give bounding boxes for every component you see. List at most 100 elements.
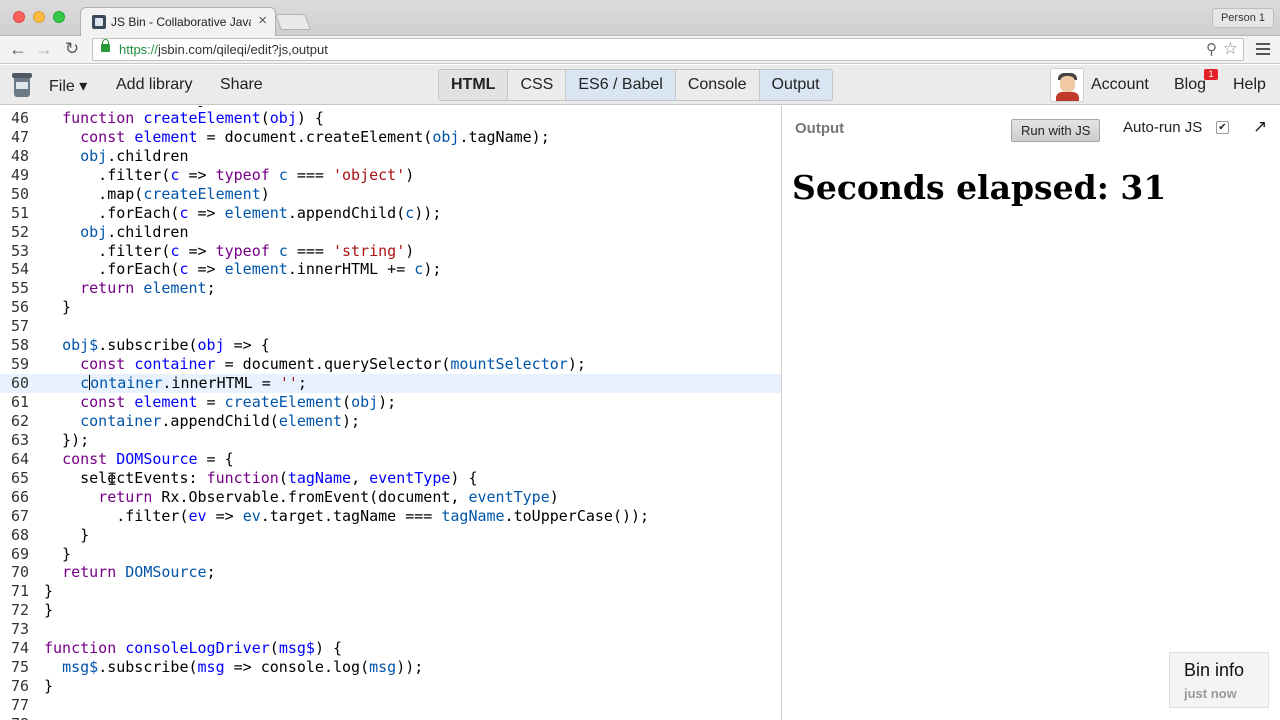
- bin-info-panel[interactable]: Bin info just now: [1169, 652, 1269, 708]
- jsbin-logo-icon[interactable]: [12, 73, 32, 98]
- code-line[interactable]: 67 .filter(ev => ev.target.tagName === t…: [0, 506, 781, 526]
- back-arrow-icon[interactable]: ←: [8, 38, 28, 60]
- code-line[interactable]: 59 const container = document.querySelec…: [0, 355, 781, 374]
- code-token: ev: [242, 506, 261, 525]
- code-line[interactable]: 61 const element = createElement(obj);: [0, 393, 781, 412]
- autorun-js-checkbox[interactable]: ✔: [1216, 121, 1229, 134]
- code-token: obj: [197, 336, 225, 355]
- code-token: element: [134, 393, 198, 411]
- code-token: obj: [269, 108, 297, 127]
- star-icon[interactable]: ☆: [1223, 39, 1238, 59]
- code-line[interactable]: 60 container.innerHTML = '';: [0, 374, 781, 393]
- code-line[interactable]: 72}: [0, 601, 781, 620]
- code-line[interactable]: 64 const DOMSource = {: [0, 450, 781, 469]
- code-token: return: [80, 279, 135, 298]
- browser-tab[interactable]: JS Bin - Collaborative JavaScript Debugg…: [80, 7, 276, 36]
- code-token: );: [423, 260, 442, 279]
- tab-css[interactable]: CSS: [508, 70, 567, 100]
- popout-icon[interactable]: ↗: [1253, 117, 1267, 137]
- code-line[interactable]: 69 }: [0, 545, 781, 564]
- code-line[interactable]: 75 msg$.subscribe(msg => console.log(msg…: [0, 658, 781, 677]
- output-content: Seconds elapsed: 31: [792, 168, 1167, 207]
- code-line[interactable]: 70 return DOMSource;: [0, 563, 781, 582]
- code-line[interactable]: 53 .filter(c => typeof c === 'string'): [0, 241, 781, 261]
- forward-arrow-icon[interactable]: →: [34, 38, 54, 60]
- code-token: .subscribe(: [98, 658, 198, 677]
- code-line[interactable]: 51 .forEach(c => element.appendChild(c))…: [0, 204, 781, 223]
- tab-html[interactable]: HTML: [439, 70, 509, 100]
- code-line[interactable]: 54 .forEach(c => element.innerHTML += c)…: [0, 260, 781, 279]
- line-number: 63: [11, 430, 30, 449]
- reload-icon[interactable]: ↻: [62, 38, 82, 60]
- code-line[interactable]: 47 const element = document.createElemen…: [0, 127, 781, 147]
- code-line[interactable]: 78: [0, 715, 781, 720]
- account-menu[interactable]: Account: [1091, 76, 1149, 94]
- code-line[interactable]: 52 obj.children: [0, 222, 781, 242]
- code-token: c: [414, 260, 424, 279]
- address-bar[interactable]: https://jsbin.com/qileqi/edit?js,output …: [92, 38, 1244, 61]
- blog-link[interactable]: Blog: [1174, 76, 1206, 94]
- code-token: =>: [179, 165, 216, 184]
- help-menu[interactable]: Help: [1233, 76, 1266, 94]
- chrome-menu-icon[interactable]: [1256, 43, 1270, 58]
- code-line[interactable]: 62 container.appendChild(element);: [0, 411, 781, 431]
- code-token: 'object': [333, 165, 406, 184]
- code-token: (: [269, 639, 279, 658]
- code-token: const: [80, 127, 126, 146]
- code-line[interactable]: 76}: [0, 677, 781, 696]
- code-line[interactable]: 65 selectEvents: function(tagName, event…: [0, 468, 781, 488]
- code-line[interactable]: 48 obj.children: [0, 146, 781, 166]
- close-window-button[interactable]: [13, 11, 25, 23]
- tab-output[interactable]: Output: [759, 70, 832, 100]
- tab-close-icon[interactable]: ×: [258, 13, 267, 29]
- code-token: typeof: [215, 165, 270, 184]
- bin-info-title: Bin info: [1184, 660, 1245, 680]
- code-line[interactable]: 63 });: [0, 430, 781, 450]
- code-token: .appendChild(: [161, 411, 279, 430]
- maximize-window-button[interactable]: [53, 11, 65, 23]
- code-line[interactable]: 73: [0, 620, 781, 639]
- code-line[interactable]: 66 return Rx.Observable.fromEvent(docume…: [0, 488, 781, 507]
- bin-info-subtitle: just now: [1184, 686, 1237, 701]
- code-editor[interactable]: 45 j 46 function createElement(obj) {47 …: [0, 106, 782, 720]
- code-token: .children: [107, 146, 189, 165]
- code-line[interactable]: 74 function consoleLogDriver(msg$) {: [0, 639, 781, 658]
- code-line[interactable]: 50 .map(createElement): [0, 185, 781, 204]
- add-library-button[interactable]: Add library: [116, 76, 192, 94]
- line-number: 62: [11, 411, 30, 430]
- new-tab-button[interactable]: [275, 14, 311, 30]
- avatar-icon[interactable]: [1050, 68, 1084, 102]
- share-button[interactable]: Share: [220, 76, 263, 94]
- code-line[interactable]: 68 }: [0, 526, 781, 545]
- code-token: msg: [369, 658, 397, 677]
- zoom-icon[interactable]: ⚲: [1206, 40, 1217, 58]
- code-line[interactable]: 49 .filter(c => typeof c === 'object'): [0, 165, 781, 185]
- code-line[interactable]: 46 function createElement(obj) {: [0, 108, 781, 128]
- tab-console[interactable]: Console: [675, 70, 760, 100]
- code-token: =: [197, 393, 225, 411]
- code-line[interactable]: 56 }: [0, 298, 781, 317]
- code-line[interactable]: 55 return element;: [0, 279, 781, 298]
- url-text[interactable]: https://jsbin.com/qileqi/edit?js,output: [119, 42, 328, 57]
- run-with-js-button[interactable]: Run with JS: [1011, 119, 1101, 142]
- code-token: const: [80, 355, 126, 374]
- line-number: 53: [11, 241, 30, 260]
- code-token: => console.log(: [224, 658, 370, 677]
- profile-button[interactable]: Person 1: [1211, 8, 1274, 28]
- tab-es6-babel[interactable]: ES6 / Babel: [566, 70, 676, 100]
- code-line[interactable]: 58 obj$.subscribe(obj => {: [0, 336, 781, 355]
- code-token: .children: [107, 222, 189, 241]
- minimize-window-button[interactable]: [33, 11, 45, 23]
- code-line[interactable]: 71}: [0, 582, 781, 601]
- code-line[interactable]: 57: [0, 317, 781, 336]
- code-line[interactable]: 77: [0, 696, 781, 715]
- code-token: .tagName);: [459, 127, 550, 146]
- file-menu[interactable]: File ▾: [49, 76, 87, 96]
- code-token: eventType: [369, 468, 451, 487]
